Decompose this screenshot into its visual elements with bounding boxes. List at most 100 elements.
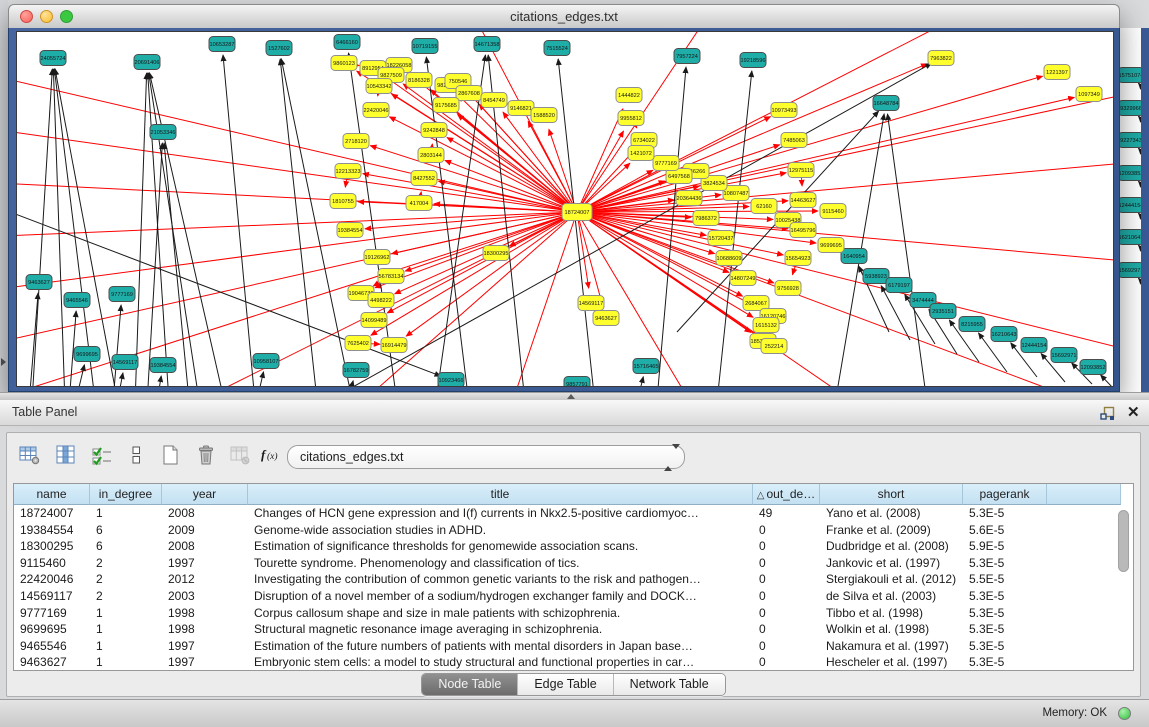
graph-node[interactable]: 9227343	[1118, 133, 1144, 148]
cell-name[interactable]: 9115460	[14, 555, 90, 572]
function-builder-button[interactable]: f(x)	[257, 441, 287, 469]
graph-node-selected[interactable]: 14099489	[361, 313, 387, 328]
graph-node[interactable]: 15751074	[1118, 68, 1144, 83]
cell-year[interactable]: 1997	[162, 555, 248, 572]
graph-node-selected[interactable]: 22420046	[363, 103, 389, 118]
cell-short[interactable]: Jankovic et al. (1997)	[820, 555, 963, 572]
table-row[interactable]: 2242004622012Investigating the contribut…	[14, 571, 1133, 588]
graph-node[interactable]: 10653287	[209, 37, 235, 52]
cell-name[interactable]: 22420046	[14, 571, 90, 588]
cell-out_de…[interactable]: 0	[753, 571, 820, 588]
cell-in_degree[interactable]: 2	[90, 555, 162, 572]
graph-node-selected[interactable]: 20364436	[676, 191, 702, 206]
graph-node-selected[interactable]: 12213323	[335, 164, 361, 179]
column-header-out_de…[interactable]: △out_de…	[753, 484, 820, 505]
hidden-panel-arrow-icon[interactable]	[1, 358, 6, 366]
graph-node-selected[interactable]: 7963822	[928, 51, 954, 66]
graph-node[interactable]: 12093852	[1118, 166, 1144, 181]
scrollbar-thumb[interactable]	[1118, 510, 1129, 572]
cell-pagerank[interactable]: 5.6E-5	[963, 522, 1047, 539]
cell-year[interactable]: 1998	[162, 605, 248, 622]
cell-pagerank[interactable]: 5.3E-5	[963, 621, 1047, 638]
graph-node[interactable]: 19384554	[150, 358, 176, 373]
graph-node-selected[interactable]: 1421072	[628, 146, 654, 161]
graph-node-selected[interactable]: 14569117	[578, 296, 604, 311]
graph-node-selected[interactable]: 2718120	[343, 134, 369, 149]
tab-group[interactable]: Node TableEdge TableNetwork Table	[421, 673, 725, 696]
graph-node-selected[interactable]: 9777169	[653, 156, 679, 171]
zoom-traffic-light[interactable]	[60, 10, 73, 23]
column-header-pagerank[interactable]: pagerank	[963, 484, 1047, 505]
cell-out_de…[interactable]: 0	[753, 605, 820, 622]
graph-node[interactable]: 16782759	[343, 363, 369, 378]
cell-name[interactable]: 9699695	[14, 621, 90, 638]
graph-node[interactable]: 9465546	[64, 293, 90, 308]
graph-node-selected[interactable]: 18724007	[562, 204, 592, 221]
graph-node-selected[interactable]: 7625402	[345, 336, 371, 351]
graph-node[interactable]: 20691406	[134, 55, 160, 70]
cell-out_de…[interactable]: 0	[753, 555, 820, 572]
graph-node[interactable]: 15692971	[1051, 348, 1077, 363]
select-columns-button[interactable]	[87, 441, 117, 469]
column-header-name[interactable]: name	[14, 484, 90, 505]
cell-in_degree[interactable]: 1	[90, 621, 162, 638]
cell-in_degree[interactable]: 1	[90, 654, 162, 671]
graph-node-selected[interactable]: 1588520	[531, 108, 557, 123]
network-view-window[interactable]: citations_edges.txt 18724007240557242069…	[8, 4, 1120, 392]
graph-node[interactable]: 9699695	[74, 347, 100, 362]
cell-short[interactable]: Hescheler et al. (1997)	[820, 654, 963, 671]
cell-title[interactable]: Genome-wide association studies in ADHD.	[248, 522, 753, 539]
column-header-short[interactable]: short	[820, 484, 963, 505]
graph-node[interactable]: 19218596	[740, 53, 766, 68]
graph-node[interactable]: 10719155	[412, 39, 438, 54]
cell-title[interactable]: Disruption of a novel member of a sodium…	[248, 588, 753, 605]
cell-pagerank[interactable]: 5.3E-5	[963, 505, 1047, 522]
cell-short[interactable]: Dudbridge et al. (2008)	[820, 538, 963, 555]
graph-node-selected[interactable]: 9146821	[508, 101, 534, 116]
cell-title[interactable]: Investigating the contribution of common…	[248, 571, 753, 588]
graph-node[interactable]: 9463627	[26, 275, 52, 290]
delete-table-button[interactable]	[191, 441, 221, 469]
table-header-row[interactable]: namein_degreeyeartitle△out_de…shortpager…	[14, 484, 1133, 505]
graph-node-selected[interactable]: 1615132	[753, 318, 779, 333]
graph-node[interactable]: 1640954	[841, 249, 867, 264]
graph-node[interactable]: 5938923	[863, 269, 889, 284]
graph-node[interactable]: 9777169	[109, 287, 135, 302]
cell-short[interactable]: Nakamura et al. (1997)	[820, 638, 963, 655]
cell-short[interactable]: Tibbo et al. (1998)	[820, 605, 963, 622]
minimize-traffic-light[interactable]	[40, 10, 53, 23]
graph-node[interactable]: 15692971	[1118, 263, 1144, 278]
graph-node-selected[interactable]: 9955812	[618, 111, 644, 126]
cell-out_de…[interactable]: 0	[753, 538, 820, 555]
graph-node-selected[interactable]: 8186328	[406, 73, 432, 88]
graph-node-selected[interactable]: 2867608	[456, 86, 482, 101]
graph-node-selected[interactable]: 9242848	[421, 123, 447, 138]
cell-pagerank[interactable]: 5.3E-5	[963, 555, 1047, 572]
column-header-title[interactable]: title	[248, 484, 753, 505]
graph-node[interactable]: 8215955	[959, 317, 985, 332]
graph-node[interactable]: 9857791	[564, 377, 590, 387]
graph-node[interactable]: 1527602	[266, 41, 292, 56]
row-height-button[interactable]	[121, 441, 151, 469]
cell-short[interactable]: de Silva et al. (2003)	[820, 588, 963, 605]
cell-year[interactable]: 2012	[162, 571, 248, 588]
graph-node-selected[interactable]: 1444822	[616, 88, 642, 103]
graph-node[interactable]: 9329966	[1118, 101, 1144, 116]
graph-node-selected[interactable]: 12975115	[788, 163, 814, 178]
column-header-filler[interactable]	[1047, 484, 1121, 505]
cell-title[interactable]: Corpus callosum shape and size in male p…	[248, 605, 753, 622]
graph-node-selected[interactable]: 16914479	[381, 338, 407, 353]
graph-node-selected[interactable]: 19384554	[337, 223, 363, 238]
memory-ok-indicator-icon[interactable]	[1118, 707, 1131, 720]
graph-node-selected[interactable]: 8454749	[481, 93, 507, 108]
graph-node-selected[interactable]: 2803144	[418, 148, 444, 163]
graph-node-selected[interactable]: 1097349	[1076, 87, 1102, 102]
graph-node[interactable]: 6179197	[886, 278, 912, 293]
cell-name[interactable]: 9465546	[14, 638, 90, 655]
graph-node-selected[interactable]: 14807249	[730, 271, 756, 286]
cell-out_de…[interactable]: 0	[753, 522, 820, 539]
graph-node-selected[interactable]: 10543342	[366, 79, 392, 94]
cell-name[interactable]: 9777169	[14, 605, 90, 622]
table-row[interactable]: 1830029562008Estimation of significance …	[14, 538, 1133, 555]
create-table-button[interactable]	[155, 441, 185, 469]
